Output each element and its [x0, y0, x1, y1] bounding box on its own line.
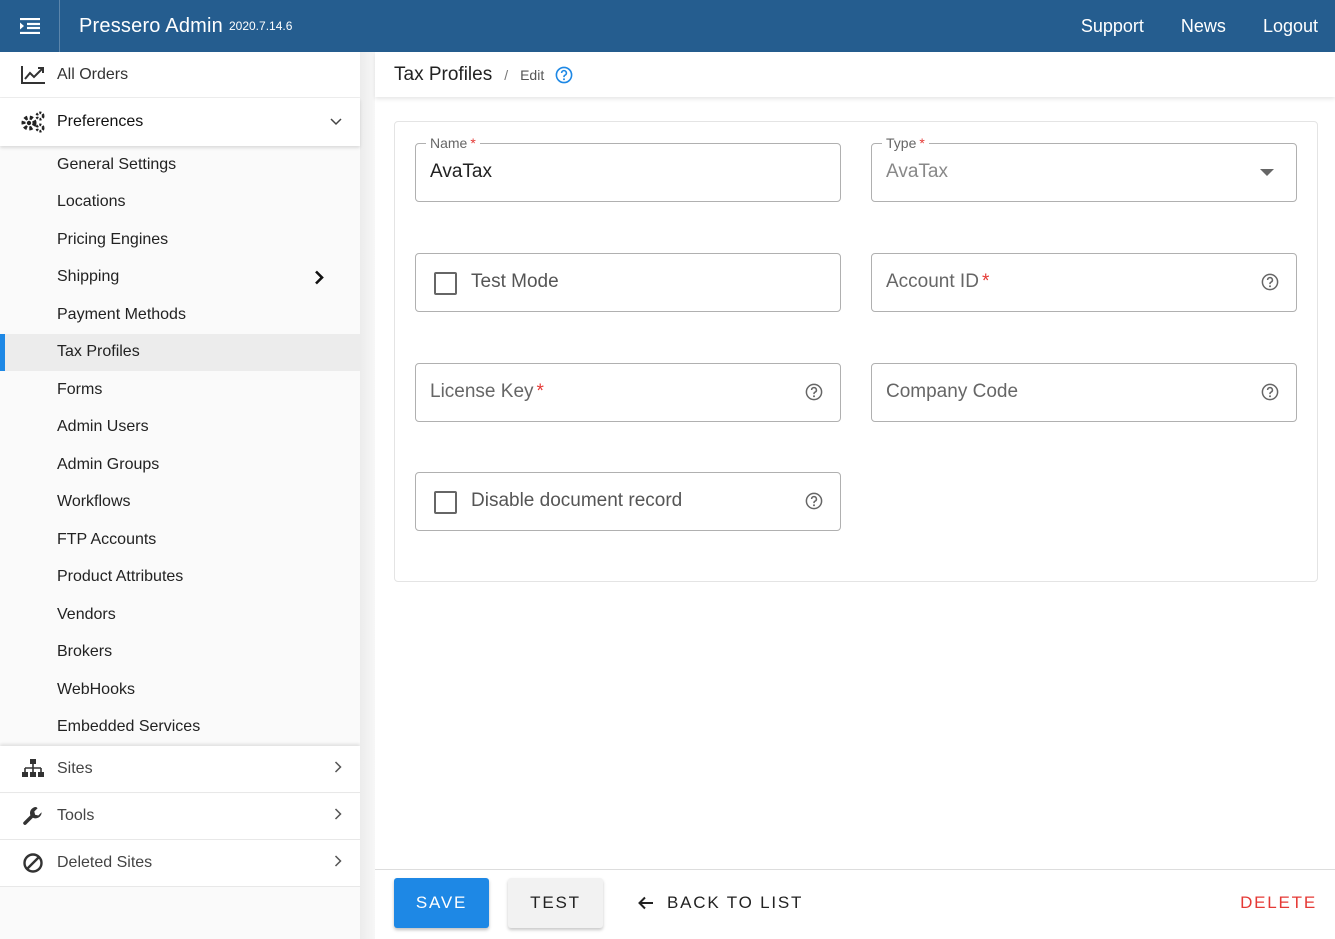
company-code-field[interactable]: Company Code [871, 363, 1297, 422]
sidebar-divider [360, 52, 375, 939]
sidebar-item-admin-users[interactable]: Admin Users [0, 409, 360, 447]
tax-profile-form: Name * AvaTax Type * AvaTax Test Mode Acco… [394, 121, 1318, 582]
help-icon[interactable] [805, 383, 823, 401]
logout-link[interactable]: Logout [1263, 16, 1318, 37]
sidebar-item-brokers[interactable]: Brokers [0, 634, 360, 672]
top-bar: Pressero Admin 2020.7.14.6 Support News … [0, 0, 1335, 52]
delete-button[interactable]: DELETE [1227, 878, 1317, 928]
help-icon[interactable] [1261, 273, 1279, 291]
arrow-left-icon [638, 896, 653, 910]
caret-down-icon[interactable] [1260, 169, 1274, 176]
sidebar-item-label: Tools [57, 807, 95, 824]
sidebar-item-ftp-accounts[interactable]: FTP Accounts [0, 521, 360, 559]
sidebar-item-tax-profiles[interactable]: Tax Profiles [0, 333, 360, 371]
test-mode-label: Test Mode [471, 271, 559, 292]
sitemap-icon [0, 758, 57, 780]
type-label: Type * [882, 135, 929, 151]
sidebar-item-preferences[interactable]: Preferences [0, 98, 360, 146]
help-icon[interactable] [555, 66, 573, 84]
sidebar-item-admin-groups[interactable]: Admin Groups [0, 446, 360, 484]
chevron-right-icon[interactable] [334, 854, 342, 872]
news-link[interactable]: News [1181, 16, 1226, 37]
disable-document-record-label: Disable document record [471, 490, 683, 511]
help-icon[interactable] [805, 492, 823, 510]
disable-document-record-checkbox[interactable] [434, 491, 457, 514]
sidebar-item-label: Deleted Sites [57, 854, 153, 871]
sidebar-item-general-settings[interactable]: General Settings [0, 146, 360, 184]
app-title: Pressero Admin [79, 14, 223, 37]
sidebar-item-locations[interactable]: Locations [0, 184, 360, 222]
name-label: Name * [426, 135, 480, 151]
type-selected-value: AvaTax [886, 161, 948, 182]
sidebar-item-deleted-sites[interactable]: Deleted Sites [0, 840, 360, 887]
menu-toggle-icon[interactable] [0, 0, 60, 52]
account-id-field[interactable]: Account ID * [871, 253, 1297, 312]
app-version: 2020.7.14.6 [228, 19, 293, 33]
sidebar-item-label: Shipping [57, 268, 120, 286]
license-key-field[interactable]: License Key * [415, 363, 841, 422]
account-id-input[interactable]: Account ID * [886, 271, 989, 293]
sidebar-item-webhooks[interactable]: WebHooks [0, 671, 360, 709]
name-input[interactable]: AvaTax [430, 161, 492, 183]
support-link[interactable]: Support [1081, 16, 1144, 37]
block-icon [0, 852, 57, 874]
disable-document-record-field: Disable document record [415, 472, 841, 531]
sidebar-item-product-attributes[interactable]: Product Attributes [0, 559, 360, 597]
trending-chart-icon [0, 65, 57, 85]
license-key-input[interactable]: License Key * [430, 381, 544, 403]
sidebar-item-vendors[interactable]: Vendors [0, 596, 360, 634]
gears-icon [0, 110, 57, 134]
sidebar-item-sites[interactable]: Sites [0, 746, 360, 793]
action-bar: SAVE TEST BACK TO LIST DELETE [375, 869, 1335, 939]
wrench-icon [0, 805, 57, 827]
sidebar-item-workflows[interactable]: Workflows [0, 484, 360, 522]
back-to-list-button[interactable]: BACK TO LIST [637, 878, 812, 928]
test-button[interactable]: TEST [508, 878, 603, 928]
help-icon[interactable] [1261, 383, 1279, 401]
sidebar-item-label: Sites [57, 760, 93, 777]
top-links: Support News Logout [1081, 0, 1335, 52]
breadcrumb-tax-profiles[interactable]: Tax Profiles [394, 64, 492, 86]
sidebar-item-pricing-engines[interactable]: Pricing Engines [0, 221, 360, 259]
sidebar-item-all-orders[interactable]: All Orders [0, 52, 360, 98]
name-field[interactable]: Name * AvaTax [415, 135, 841, 202]
test-mode-checkbox[interactable] [434, 272, 457, 295]
test-mode-field: Test Mode [415, 253, 841, 312]
sidebar-item-label: Preferences [57, 113, 144, 130]
sidebar-item-payment-methods[interactable]: Payment Methods [0, 296, 360, 334]
sidebar-item-forms[interactable]: Forms [0, 371, 360, 409]
breadcrumb-separator: / [504, 66, 509, 83]
type-select[interactable]: Type * AvaTax [871, 135, 1297, 202]
save-button[interactable]: SAVE [394, 878, 489, 928]
preferences-submenu: General Settings Locations Pricing Engin… [0, 146, 360, 746]
sidebar-item-shipping[interactable]: Shipping [0, 259, 360, 297]
sidebar-item-embedded-services[interactable]: Embedded Services [0, 709, 360, 747]
chevron-right-icon[interactable] [334, 807, 342, 825]
chevron-down-icon[interactable] [330, 113, 342, 131]
sidebar-item-label: All Orders [57, 65, 129, 83]
breadcrumb: Tax Profiles / Edit [375, 52, 1335, 97]
chevron-right-icon[interactable] [314, 270, 324, 290]
sidebar: All Orders Preferences General Settings … [0, 52, 360, 939]
chevron-right-icon[interactable] [334, 760, 342, 778]
company-code-input[interactable]: Company Code [886, 381, 1018, 403]
breadcrumb-edit: Edit [520, 66, 545, 83]
sidebar-item-tools[interactable]: Tools [0, 793, 360, 840]
back-to-list-label: BACK TO LIST [667, 893, 804, 912]
